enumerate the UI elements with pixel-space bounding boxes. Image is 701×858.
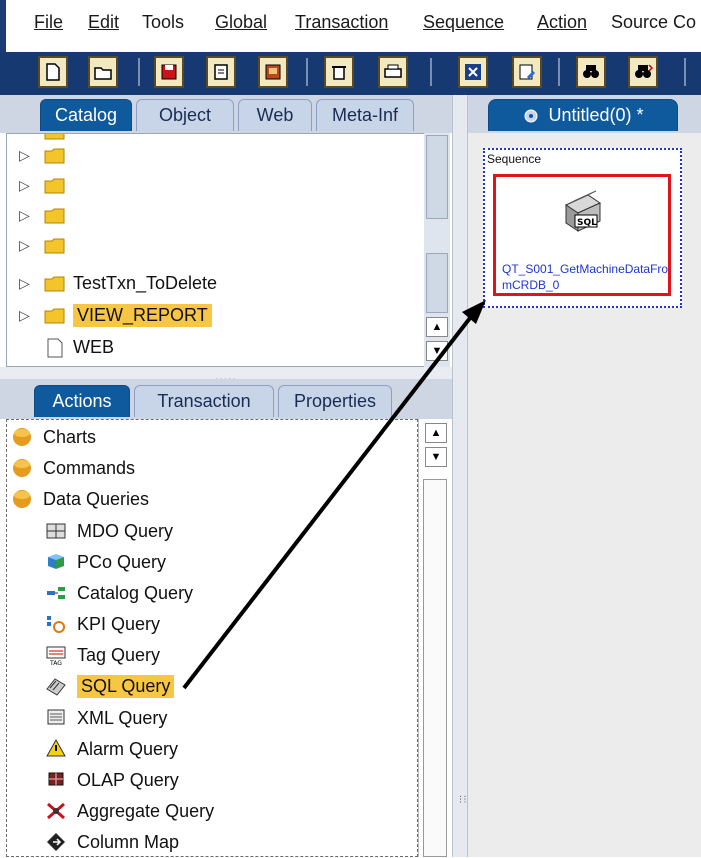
menu-global[interactable]: Global <box>215 12 267 33</box>
action-name: QT_S001_GetMachineDataFromCRDB_0 <box>502 262 669 292</box>
expand-arrow-icon[interactable]: ▷ <box>19 275 30 292</box>
tab-meta-inf[interactable]: Meta-Inf <box>316 99 414 131</box>
actions-list: Charts Commands Data Queries MDO Query P… <box>6 419 418 857</box>
group-cube-icon <box>11 426 33 448</box>
toolbar-separator <box>430 58 432 86</box>
toolbar-separator <box>558 58 560 86</box>
sql-action-icon: SQL <box>560 189 606 240</box>
toolbar-separator <box>684 58 686 86</box>
catalog-tab-strip: Catalog Object Web Meta-Inf <box>0 95 458 133</box>
sequence-block[interactable]: Sequence SQL QT_S001_GetMachineDataFromC… <box>483 148 682 308</box>
menu-action[interactable]: Action <box>537 12 587 33</box>
folder-icon <box>43 205 67 230</box>
sql-query-icon <box>45 675 67 697</box>
sequence-label: Sequence <box>487 152 542 166</box>
find-next-icon[interactable] <box>628 56 658 88</box>
menu-tools[interactable]: Tools <box>142 12 184 33</box>
catalog-tree: ▷ ▷ ▷ ▷ ▷ TestTxn_ToDelete ▷ VIEW_REPORT… <box>6 133 450 367</box>
file-icon <box>43 337 67 364</box>
pco-query-icon <box>45 551 67 573</box>
tab-actions[interactable]: Actions <box>34 385 130 417</box>
aggregate-query-icon <box>45 800 67 822</box>
scroll-up-icon[interactable]: ▲ <box>425 423 447 443</box>
save-all-icon[interactable] <box>258 56 288 88</box>
tab-object[interactable]: Object <box>136 99 234 131</box>
menu-sequence[interactable]: Sequence <box>423 12 504 33</box>
scroll-down-icon[interactable]: ▼ <box>426 341 448 361</box>
tag-query-icon: TAG <box>45 644 67 667</box>
tab-catalog[interactable]: Catalog <box>40 99 132 131</box>
actions-tab-strip: Actions Transaction Properties <box>0 379 458 419</box>
menu-source-control[interactable]: Source Co <box>611 12 696 33</box>
edit-doc-icon[interactable] <box>512 56 542 88</box>
expand-arrow-icon[interactable]: ▷ <box>19 237 30 254</box>
tab-web[interactable]: Web <box>238 99 312 131</box>
scroll-up-icon[interactable]: ▲ <box>426 317 448 337</box>
catalog-scrollbar[interactable]: ▲ ▼ <box>424 133 450 367</box>
tab-untitled[interactable]: Untitled(0) * <box>488 99 678 131</box>
menu-edit[interactable]: Edit <box>88 12 119 33</box>
save-as-icon[interactable] <box>206 56 236 88</box>
catalog-query-icon <box>45 582 67 604</box>
find-icon[interactable] <box>576 56 606 88</box>
alarm-query-icon <box>45 738 67 760</box>
folder-icon <box>43 145 67 170</box>
expand-arrow-icon[interactable]: ▷ <box>19 307 30 324</box>
save-icon[interactable] <box>154 56 184 88</box>
menu-transaction[interactable]: Transaction <box>295 12 388 33</box>
vertical-splitter[interactable]: ::: <box>452 95 468 857</box>
group-cube-icon <box>11 488 33 510</box>
folder-icon <box>43 305 67 330</box>
menu-file[interactable]: File <box>34 12 63 33</box>
toolbar-separator <box>306 58 308 86</box>
kpi-query-icon <box>45 613 67 635</box>
scroll-track[interactable] <box>426 253 448 313</box>
expand-arrow-icon[interactable]: ▷ <box>19 207 30 224</box>
redaction-box <box>105 142 299 250</box>
gear-icon <box>522 107 540 125</box>
mdo-query-icon <box>45 520 67 542</box>
tab-transaction[interactable]: Transaction <box>134 385 274 417</box>
group-cube-icon <box>11 457 33 479</box>
delete-icon[interactable] <box>324 56 354 88</box>
sql-action-block[interactable]: SQL QT_S001_GetMachineDataFromCRDB_0 <box>493 174 671 296</box>
print-icon[interactable] <box>378 56 408 88</box>
toolbar <box>0 52 701 95</box>
column-map-icon <box>45 831 67 853</box>
scroll-track[interactable] <box>423 479 447 857</box>
open-folder-icon[interactable] <box>88 56 118 88</box>
close-x-icon[interactable] <box>458 56 488 88</box>
folder-icon <box>43 273 67 298</box>
expand-arrow-icon[interactable]: ▷ <box>19 177 30 194</box>
folder-icon <box>43 235 67 260</box>
scroll-down-icon[interactable]: ▼ <box>425 447 447 467</box>
olap-query-icon <box>45 769 67 791</box>
scroll-thumb[interactable] <box>426 135 448 219</box>
actions-scrollbar[interactable]: ▲ ▼ <box>418 419 453 857</box>
folder-icon <box>43 175 67 200</box>
toolbar-separator <box>138 58 140 86</box>
xml-query-icon <box>45 707 67 729</box>
new-document-icon[interactable] <box>38 56 68 88</box>
panel-splitter[interactable]: ..... <box>0 367 458 383</box>
sql-badge-text: SQL <box>577 218 597 228</box>
tab-properties[interactable]: Properties <box>278 385 392 417</box>
expand-arrow-icon[interactable]: ▷ <box>19 147 30 164</box>
menu-bar: File Edit Tools Global Transaction Seque… <box>0 0 701 52</box>
editor-tab-strip: Untitled(0) * <box>468 95 701 133</box>
svg-text:TAG: TAG <box>49 660 62 666</box>
window-edge <box>0 0 6 52</box>
